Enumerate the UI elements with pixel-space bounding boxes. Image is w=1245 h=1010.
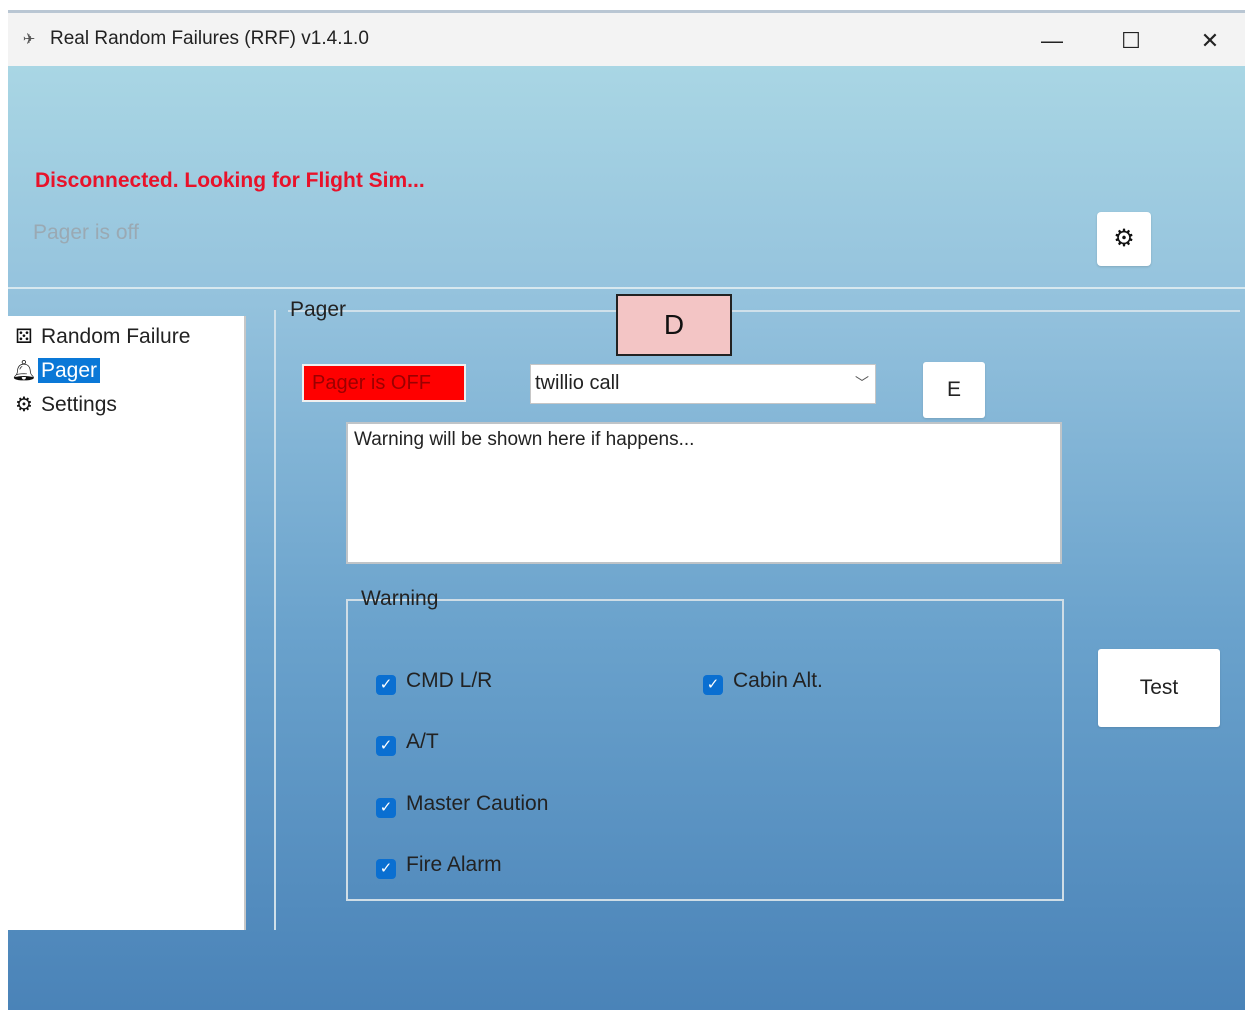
window-title: Real Random Failures (RRF) v1.4.1.0 — [50, 28, 369, 49]
checkmark-icon[interactable]: ✓ — [376, 736, 396, 756]
close-button[interactable]: ✕ — [1182, 21, 1238, 61]
chevron-down-icon[interactable]: ﹀ — [855, 365, 869, 401]
checkbox-label: Fire Alarm — [406, 853, 502, 876]
pager-group-border — [288, 310, 1240, 312]
test-button[interactable]: Test — [1098, 649, 1220, 727]
settings-button[interactable]: ⚙ — [1097, 212, 1151, 266]
sidebar-item-label: Pager — [38, 358, 101, 383]
checkmark-icon[interactable]: ✓ — [376, 675, 396, 695]
main-content: Disconnected. Looking for Flight Sim... … — [8, 66, 1245, 1010]
warning-group-title: Warning — [361, 587, 439, 610]
checkbox-label: Master Caution — [406, 792, 549, 815]
checkmark-icon[interactable]: ✓ — [703, 675, 723, 695]
title-bar[interactable]: ✈ Real Random Failures (RRF) v1.4.1.0 — … — [8, 10, 1245, 66]
gear-icon: ⚙ — [15, 394, 33, 416]
select-value: twillio call — [535, 372, 620, 394]
checkbox-label: CMD L/R — [406, 669, 493, 692]
connection-status: Disconnected. Looking for Flight Sim... — [35, 169, 425, 192]
pager-method-select[interactable]: twillio call ﹀ — [530, 364, 876, 404]
airplane-icon: ✈ — [22, 31, 36, 48]
checkbox-master-caution[interactable]: ✓ Master Caution — [376, 792, 548, 822]
sidebar-item-settings[interactable]: ⚙ Settings — [10, 392, 120, 422]
bell-icon: 🔔︎ — [11, 360, 37, 382]
warning-textbox[interactable]: Warning will be shown here if happens... — [346, 422, 1062, 564]
checkbox-cmd-lr[interactable]: ✓ CMD L/R — [376, 669, 492, 699]
divider — [8, 287, 1245, 289]
pager-status-text: Pager is off — [33, 221, 139, 244]
checkbox-at[interactable]: ✓ A/T — [376, 730, 439, 760]
checkbox-label: Cabin Alt. — [733, 669, 823, 692]
edit-button[interactable]: E — [923, 362, 985, 418]
checkbox-fire-alarm[interactable]: ✓ Fire Alarm — [376, 853, 502, 883]
maximize-button[interactable]: ☐ — [1103, 21, 1159, 61]
pager-group-title: Pager — [290, 298, 347, 321]
checkbox-cabin-alt[interactable]: ✓ Cabin Alt. — [703, 669, 823, 699]
dice-icon: ⚄ — [15, 326, 33, 348]
app-window: ✈ Real Random Failures (RRF) v1.4.1.0 — … — [8, 10, 1245, 1010]
sidebar-item-label: Settings — [41, 393, 117, 416]
gear-icon: ⚙ — [1113, 225, 1135, 252]
checkmark-icon[interactable]: ✓ — [376, 798, 396, 818]
overlay-label-d: D — [616, 294, 732, 356]
sidebar-item-pager[interactable]: 🔔︎ Pager — [10, 358, 101, 388]
checkmark-icon[interactable]: ✓ — [376, 859, 396, 879]
sidebar-item-label: Random Failure — [41, 325, 191, 348]
checkbox-label: A/T — [406, 730, 439, 753]
minimize-button[interactable]: — — [1024, 21, 1080, 61]
sidebar-item-random-failure[interactable]: ⚄ Random Failure — [10, 324, 193, 354]
pager-group-border — [274, 310, 276, 930]
pager-toggle-button[interactable]: Pager is OFF — [302, 364, 466, 402]
sidebar-tree: ⚄ Random Failure 🔔︎ Pager ⚙ Settings — [8, 316, 246, 930]
